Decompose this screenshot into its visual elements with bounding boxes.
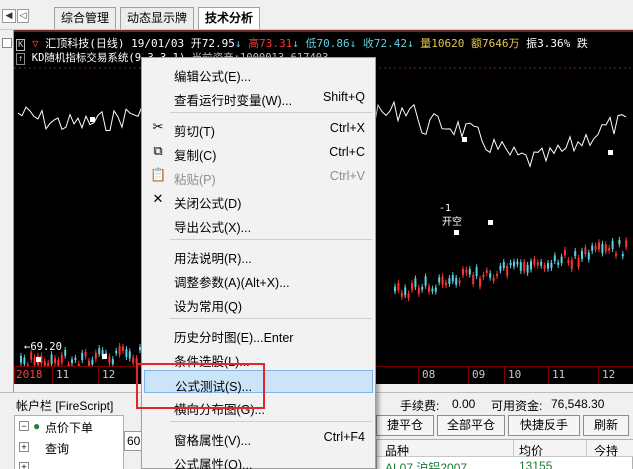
table-cell-price[interactable]: 13155 — [519, 459, 552, 469]
menu-item[interactable]: 编辑公式(E)... — [144, 61, 373, 84]
highlight-box — [136, 363, 265, 409]
menu-item-shortcut: Ctrl+F4 — [323, 430, 365, 444]
menu-item[interactable]: 导出公式(X)... — [144, 212, 373, 235]
signal-text: 开空 — [442, 217, 462, 228]
menu-item-label: 调整参数(A)(Alt+X)... — [174, 276, 290, 290]
menu-item[interactable]: 窗格属性(V)... Ctrl+F4 — [144, 425, 373, 448]
expand-icon[interactable]: − — [19, 421, 29, 431]
signal-point — [462, 137, 467, 142]
tab-dynamic-board[interactable]: 动态显示牌 — [120, 7, 195, 29]
menu-item-label: 历史分时图(E)...Enter — [174, 331, 294, 345]
menu-item-label: 用法说明(R)... — [174, 252, 252, 266]
available-label: 可用资金: — [491, 399, 543, 413]
fee-value: 0.00 — [452, 397, 476, 411]
expand-icon[interactable]: + — [19, 442, 29, 452]
copy-icon: ⧉ — [153, 144, 163, 159]
menu-item-shortcut: Shift+Q — [322, 90, 365, 104]
menu-separator — [170, 318, 372, 319]
date-label: 09 — [472, 368, 486, 381]
menu-item[interactable]: ⧉ 复制(C) Ctrl+C — [144, 140, 373, 163]
left-tool-strip — [0, 30, 14, 392]
menu-separator — [170, 421, 372, 422]
menu-item-label: 编辑公式(E)... — [174, 70, 252, 84]
refresh-button[interactable]: 刷新 — [583, 415, 629, 436]
menu-item-label: 查看运行时变量(W)... — [174, 94, 293, 108]
signal-point — [90, 117, 95, 122]
caret-left-icon[interactable]: ◁ — [17, 9, 29, 23]
menu-item[interactable]: 设为常用(Q) — [144, 291, 373, 314]
menu-item-label: 剪切(T) — [174, 125, 215, 139]
date-label: 2018 — [16, 368, 43, 381]
date-label: 11 — [56, 368, 70, 381]
menu-item[interactable]: 用法说明(R)... — [144, 243, 373, 266]
expand-icon[interactable]: + — [19, 462, 29, 469]
menu-separator — [170, 112, 372, 113]
signal-point — [488, 220, 493, 225]
menu-item[interactable]: ✕ 关闭公式(D) — [144, 188, 373, 211]
tree-item-order-icon: ● — [33, 419, 41, 433]
date-label: 08 — [422, 368, 436, 381]
tree-item-query[interactable]: 查询 — [45, 440, 69, 457]
quick-close-button[interactable]: 捷平仓 — [376, 415, 434, 436]
collapse-toggle-icon[interactable] — [2, 38, 12, 48]
close-all-button[interactable]: 全部平仓 — [437, 415, 505, 436]
header-product[interactable]: 品种 — [385, 442, 409, 459]
menu-item-label: 关闭公式(D) — [174, 197, 242, 211]
tab-comprehensive[interactable]: 综合管理 — [54, 7, 117, 29]
signal-point — [608, 150, 613, 155]
menu-item-label: 粘贴(P) — [174, 173, 216, 187]
code-input[interactable]: 603 — [124, 431, 147, 451]
table-cell-product[interactable]: AL07 沪铝2007 — [385, 459, 467, 469]
close-icon: ✕ — [152, 192, 164, 207]
menu-item-label: 导出公式(X)... — [174, 221, 252, 235]
account-tree: − ● 点价下单 + 查询 + — [14, 415, 124, 469]
menu-item[interactable]: 📋 粘贴(P) Ctrl+V — [144, 164, 373, 187]
positions-table: 品种 均价 今持 AL07 沪铝2007 13155 — [376, 439, 633, 469]
tree-item-order[interactable]: 点价下单 — [45, 419, 93, 436]
menu-item-label: 设为常用(Q) — [174, 300, 243, 314]
header-avg-price[interactable]: 均价 — [519, 442, 543, 459]
date-label: 12 — [102, 368, 116, 381]
app-window: ◀ ◁ 综合管理 动态显示牌 技术分析 K ▽ 汇顶科技(日线) 19/01/0… — [0, 0, 633, 469]
menu-item[interactable]: 公式属性(O)... — [144, 449, 373, 469]
paste-icon: 📋 — [150, 168, 167, 183]
menu-separator — [170, 239, 372, 240]
scissors-icon: ✂ — [152, 120, 164, 135]
date-label: 10 — [508, 368, 522, 381]
available-value: 76,548.30 — [551, 397, 605, 411]
menu-item-label: 窗格属性(V)... — [174, 434, 252, 448]
scroll-left-icon[interactable]: ◀ — [2, 9, 16, 23]
menu-item-shortcut: Ctrl+X — [329, 121, 365, 135]
tab-strip: ◀ ◁ 综合管理 动态显示牌 技术分析 — [0, 0, 633, 30]
menu-item[interactable]: 调整参数(A)(Alt+X)... — [144, 267, 373, 290]
low-marker: ←69.20 — [24, 341, 62, 353]
signal-point — [102, 354, 107, 359]
date-label: 12 — [602, 368, 616, 381]
menu-item[interactable]: 查看运行时变量(W)... Shift+Q — [144, 85, 373, 108]
menu-item-label: 公式属性(O)... — [174, 458, 253, 469]
date-label: 11 — [552, 368, 566, 381]
fee-label: 手续费: — [400, 399, 440, 413]
menu-item-shortcut: Ctrl+C — [329, 145, 365, 159]
menu-item-shortcut: Ctrl+V — [329, 169, 365, 183]
header-today-hold[interactable]: 今持 — [594, 442, 618, 459]
menu-item[interactable]: 历史分时图(E)...Enter — [144, 322, 373, 345]
menu-item[interactable]: ✂ 剪切(T) Ctrl+X — [144, 116, 373, 139]
menu-item-label: 复制(C) — [174, 149, 217, 163]
quick-reverse-button[interactable]: 快捷反手 — [508, 415, 580, 436]
signal-point — [36, 357, 41, 362]
tab-technical-analysis[interactable]: 技术分析 — [198, 7, 261, 29]
account-bar-title: 帐户栏 [FireScript] — [16, 399, 114, 413]
signal-point — [454, 230, 459, 235]
